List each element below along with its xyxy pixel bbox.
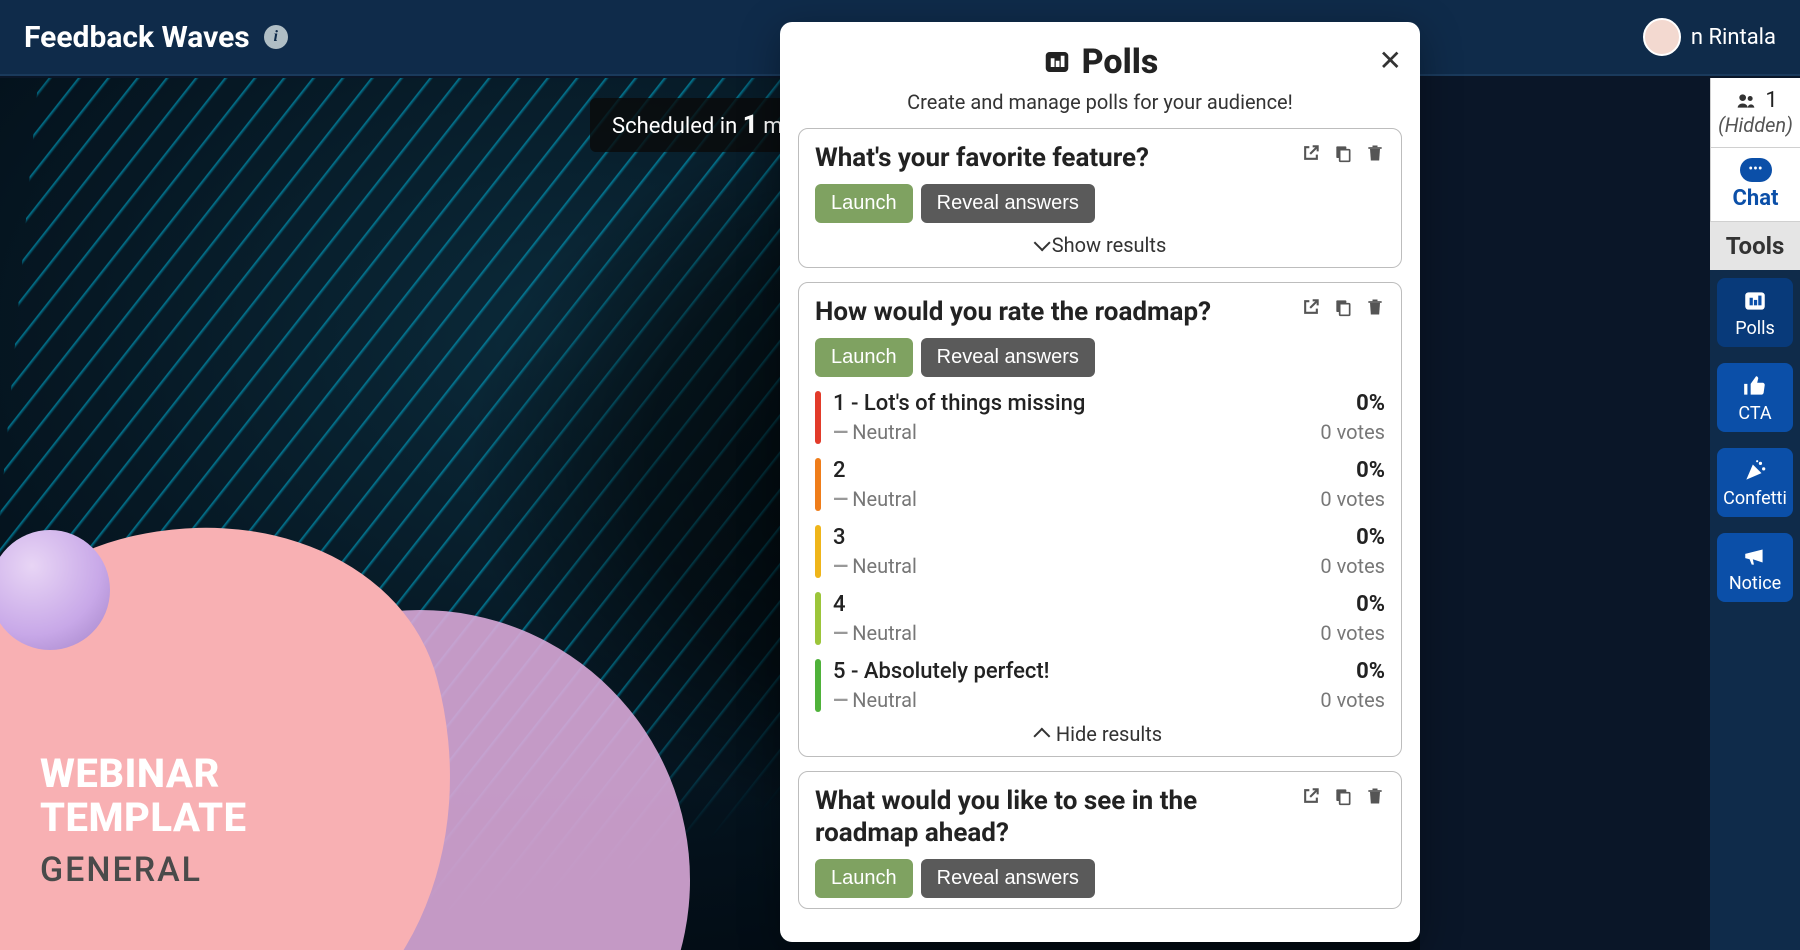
- result-option-label: 5 - Absolutely perfect!: [833, 659, 1050, 684]
- result-option-label: 1 - Lot's of things missing: [833, 391, 1085, 416]
- poll-card: What would you like to see in the roadma…: [798, 771, 1402, 908]
- polls-panel: Polls ✕ Create and manage polls for your…: [780, 22, 1420, 942]
- tool-label: Polls: [1735, 318, 1775, 339]
- result-option-label: 4: [833, 592, 846, 617]
- tool-label: Confetti: [1723, 488, 1787, 509]
- result-percentage: 0%: [1356, 659, 1385, 684]
- result-sentiment: —Neutral: [833, 554, 917, 578]
- chat-tab[interactable]: Chat: [1710, 148, 1800, 222]
- chat-label: Chat: [1733, 186, 1779, 211]
- result-sentiment: —Neutral: [833, 688, 917, 712]
- avatar: [1643, 18, 1681, 56]
- tool-confetti[interactable]: Confetti: [1717, 448, 1793, 517]
- close-button[interactable]: ✕: [1379, 44, 1402, 77]
- launch-button[interactable]: Launch: [815, 338, 913, 377]
- right-sidebar: 1 (Hidden) Chat Tools Polls CTA Confetti…: [1710, 78, 1800, 950]
- tool-polls[interactable]: Polls: [1717, 278, 1793, 347]
- hidden-label: (Hidden): [1718, 113, 1793, 137]
- poll-question: What's your favorite feature?: [815, 143, 1301, 174]
- poll-result-row: 5 - Absolutely perfect! 0% —Neutral 0 votes: [815, 659, 1385, 712]
- result-color-bar: [815, 458, 821, 511]
- tool-cta[interactable]: CTA: [1717, 363, 1793, 432]
- result-sentiment: —Neutral: [833, 487, 917, 511]
- template-line1: WEBINAR: [40, 752, 247, 796]
- tool-label: Notice: [1729, 573, 1781, 594]
- chevron-down-icon: [1033, 235, 1050, 252]
- result-color-bar: [815, 659, 821, 712]
- attendee-count: 1: [1765, 88, 1777, 113]
- template-line3: GENERAL: [40, 850, 247, 890]
- poll-result-row: 2 0% —Neutral 0 votes: [815, 458, 1385, 511]
- hide-results-label: Hide results: [1056, 722, 1162, 746]
- duplicate-icon[interactable]: [1333, 786, 1353, 809]
- thumbs-up-icon: [1742, 373, 1768, 399]
- result-votes: 0 votes: [1320, 487, 1385, 511]
- polls-icon: [1042, 47, 1072, 77]
- polls-header: Polls ✕ Create and manage polls for your…: [798, 42, 1402, 128]
- result-votes: 0 votes: [1320, 420, 1385, 444]
- open-external-icon[interactable]: [1301, 143, 1321, 166]
- user-badge[interactable]: n Rintala: [1643, 18, 1776, 56]
- poll-question: How would you rate the roadmap?: [815, 297, 1301, 328]
- poll-result-row: 1 - Lot's of things missing 0% —Neutral 0 v…: [815, 391, 1385, 444]
- poll-question: What would you like to see in the roadma…: [815, 786, 1301, 848]
- polls-title-text: Polls: [1082, 42, 1159, 82]
- confetti-icon: [1742, 458, 1768, 484]
- open-external-icon[interactable]: [1301, 297, 1321, 320]
- result-color-bar: [815, 391, 821, 444]
- open-external-icon[interactable]: [1301, 786, 1321, 809]
- scheduled-prefix: Scheduled in: [612, 114, 743, 139]
- result-percentage: 0%: [1356, 391, 1385, 416]
- result-option-label: 2: [833, 458, 846, 483]
- poll-card: How would you rate the roadmap? Launch R…: [798, 282, 1402, 757]
- info-icon[interactable]: i: [264, 25, 288, 49]
- scheduled-number: 1: [743, 110, 758, 140]
- page-title: Feedback Waves i: [24, 20, 288, 55]
- result-sentiment: —Neutral: [833, 420, 917, 444]
- tool-notice[interactable]: Notice: [1717, 533, 1793, 602]
- poll-result-row: 4 0% —Neutral 0 votes: [815, 592, 1385, 645]
- result-votes: 0 votes: [1320, 688, 1385, 712]
- people-icon: [1733, 91, 1759, 111]
- tools-header: Tools: [1710, 222, 1800, 270]
- duplicate-icon[interactable]: [1333, 143, 1353, 166]
- tool-label: CTA: [1738, 403, 1771, 424]
- show-results-label: Show results: [1052, 233, 1167, 257]
- result-percentage: 0%: [1356, 525, 1385, 550]
- attendee-count-box[interactable]: 1 (Hidden): [1710, 78, 1800, 148]
- megaphone-icon: [1742, 543, 1768, 569]
- result-color-bar: [815, 592, 821, 645]
- result-color-bar: [815, 525, 821, 578]
- delete-icon[interactable]: [1365, 786, 1385, 809]
- poll-card: What's your favorite feature? Launch Rev…: [798, 128, 1402, 268]
- result-sentiment: —Neutral: [833, 621, 917, 645]
- result-percentage: 0%: [1356, 592, 1385, 617]
- polls-subtitle: Create and manage polls for your audienc…: [798, 90, 1402, 114]
- polls-icon: [1742, 288, 1768, 314]
- delete-icon[interactable]: [1365, 143, 1385, 166]
- template-label: WEBINAR TEMPLATE GENERAL: [40, 752, 247, 890]
- duplicate-icon[interactable]: [1333, 297, 1353, 320]
- launch-button[interactable]: Launch: [815, 184, 913, 223]
- page-title-text: Feedback Waves: [24, 20, 250, 55]
- delete-icon[interactable]: [1365, 297, 1385, 320]
- reveal-answers-button[interactable]: Reveal answers: [921, 859, 1095, 898]
- user-name-fragment: n Rintala: [1691, 25, 1776, 50]
- show-results-toggle[interactable]: Show results: [815, 233, 1385, 257]
- hide-results-toggle[interactable]: Hide results: [815, 722, 1385, 746]
- result-votes: 0 votes: [1320, 554, 1385, 578]
- result-percentage: 0%: [1356, 458, 1385, 483]
- template-line2: TEMPLATE: [40, 796, 247, 840]
- launch-button[interactable]: Launch: [815, 859, 913, 898]
- poll-result-row: 3 0% —Neutral 0 votes: [815, 525, 1385, 578]
- result-option-label: 3: [833, 525, 846, 550]
- chat-icon: [1740, 158, 1772, 182]
- polls-title: Polls: [1042, 42, 1159, 82]
- result-votes: 0 votes: [1320, 621, 1385, 645]
- chevron-up-icon: [1033, 728, 1050, 745]
- reveal-answers-button[interactable]: Reveal answers: [921, 338, 1095, 377]
- poll-results: 1 - Lot's of things missing 0% —Neutral 0 v…: [815, 391, 1385, 712]
- reveal-answers-button[interactable]: Reveal answers: [921, 184, 1095, 223]
